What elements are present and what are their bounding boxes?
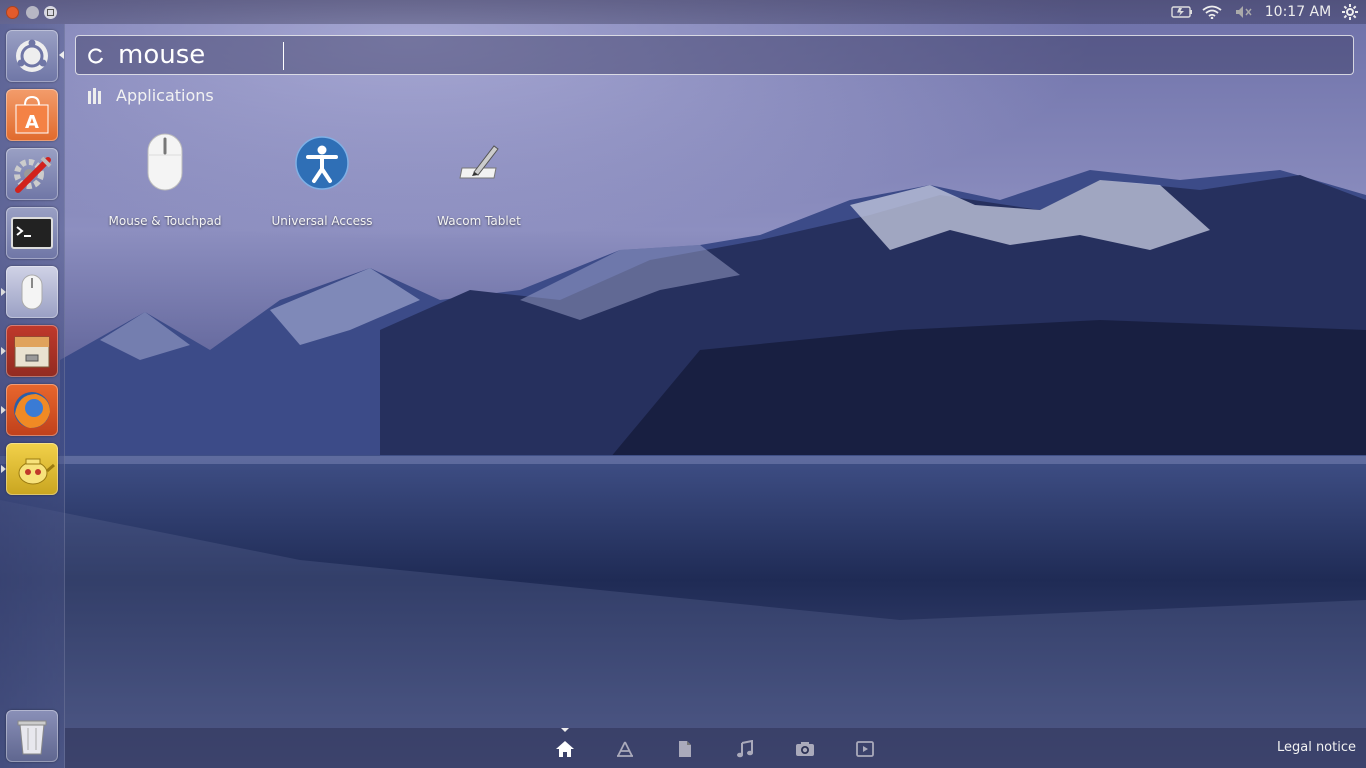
- mouse-icon: [147, 133, 183, 191]
- dash-search-box[interactable]: [75, 35, 1354, 75]
- result-universal-access[interactable]: Universal Access: [252, 128, 392, 228]
- lens-home[interactable]: [554, 738, 576, 760]
- teapot-icon: [18, 458, 55, 485]
- lens-music[interactable]: [734, 738, 756, 760]
- active-lens-indicator: [561, 728, 569, 732]
- tablet-pen-icon: [459, 145, 499, 179]
- ubuntu-logo-icon: [16, 39, 48, 72]
- lens-files[interactable]: [674, 738, 696, 760]
- launcher-file-manager[interactable]: [6, 325, 58, 377]
- applications-category-icon: [88, 88, 101, 104]
- result-label: Mouse & Touchpad: [108, 214, 222, 228]
- photos-icon: [796, 742, 814, 756]
- launcher-mouse-touchpad[interactable]: [6, 266, 58, 318]
- file-cabinet-icon: [14, 336, 50, 368]
- settings-tools-icon: [14, 156, 52, 193]
- result-label: Universal Access: [271, 214, 373, 228]
- clock[interactable]: 10:17 AM: [1262, 0, 1334, 24]
- lens-bar: Legal notice: [65, 728, 1366, 768]
- lens-photos[interactable]: [794, 738, 816, 760]
- category-label: Applications: [116, 85, 214, 105]
- window-maximize-button[interactable]: [44, 6, 57, 19]
- window-minimize-button[interactable]: [26, 6, 39, 19]
- category-header[interactable]: Applications: [86, 84, 214, 106]
- battery-icon[interactable]: [1170, 0, 1194, 24]
- dash-pointer-arrow: [59, 51, 64, 59]
- top-panel: 10:17 AM: [0, 0, 1366, 24]
- mouse-icon: [21, 274, 43, 310]
- search-input[interactable]: [118, 39, 1318, 71]
- volume-muted-icon[interactable]: [1232, 0, 1256, 24]
- trash-icon: [17, 720, 47, 755]
- legal-notice-link[interactable]: Legal notice: [1277, 740, 1356, 755]
- applications-icon: [617, 741, 633, 757]
- text-caret: [283, 42, 284, 70]
- lens-video[interactable]: [854, 738, 876, 760]
- desktop-wallpaper: [0, 0, 1366, 768]
- launcher-terminal[interactable]: [6, 207, 58, 259]
- home-icon: [556, 741, 574, 757]
- result-wacom-tablet[interactable]: Wacom Tablet: [409, 128, 549, 228]
- terminal-icon: [11, 217, 53, 249]
- launcher-system-settings[interactable]: [6, 148, 58, 200]
- result-mouse-touchpad[interactable]: Mouse & Touchpad: [95, 128, 235, 228]
- gear-icon[interactable]: [1338, 0, 1362, 24]
- launcher: A: [0, 24, 65, 768]
- files-icon: [679, 741, 691, 757]
- shopping-bag-icon: A: [15, 95, 49, 134]
- launcher-teapot-app[interactable]: [6, 443, 58, 495]
- accessibility-icon: [295, 136, 349, 190]
- svg-text:A: A: [25, 112, 39, 133]
- video-icon: [856, 741, 874, 757]
- launcher-software-center[interactable]: A: [6, 89, 58, 141]
- launcher-firefox[interactable]: [6, 384, 58, 436]
- window-close-button[interactable]: [6, 6, 19, 19]
- wifi-icon[interactable]: [1200, 0, 1224, 24]
- spinner-icon: [88, 48, 104, 64]
- launcher-trash[interactable]: [6, 710, 58, 762]
- music-icon: [737, 740, 753, 758]
- launcher-dash-home[interactable]: [6, 30, 58, 82]
- lens-applications[interactable]: [614, 738, 636, 760]
- result-label: Wacom Tablet: [437, 214, 521, 228]
- firefox-icon: [14, 392, 50, 428]
